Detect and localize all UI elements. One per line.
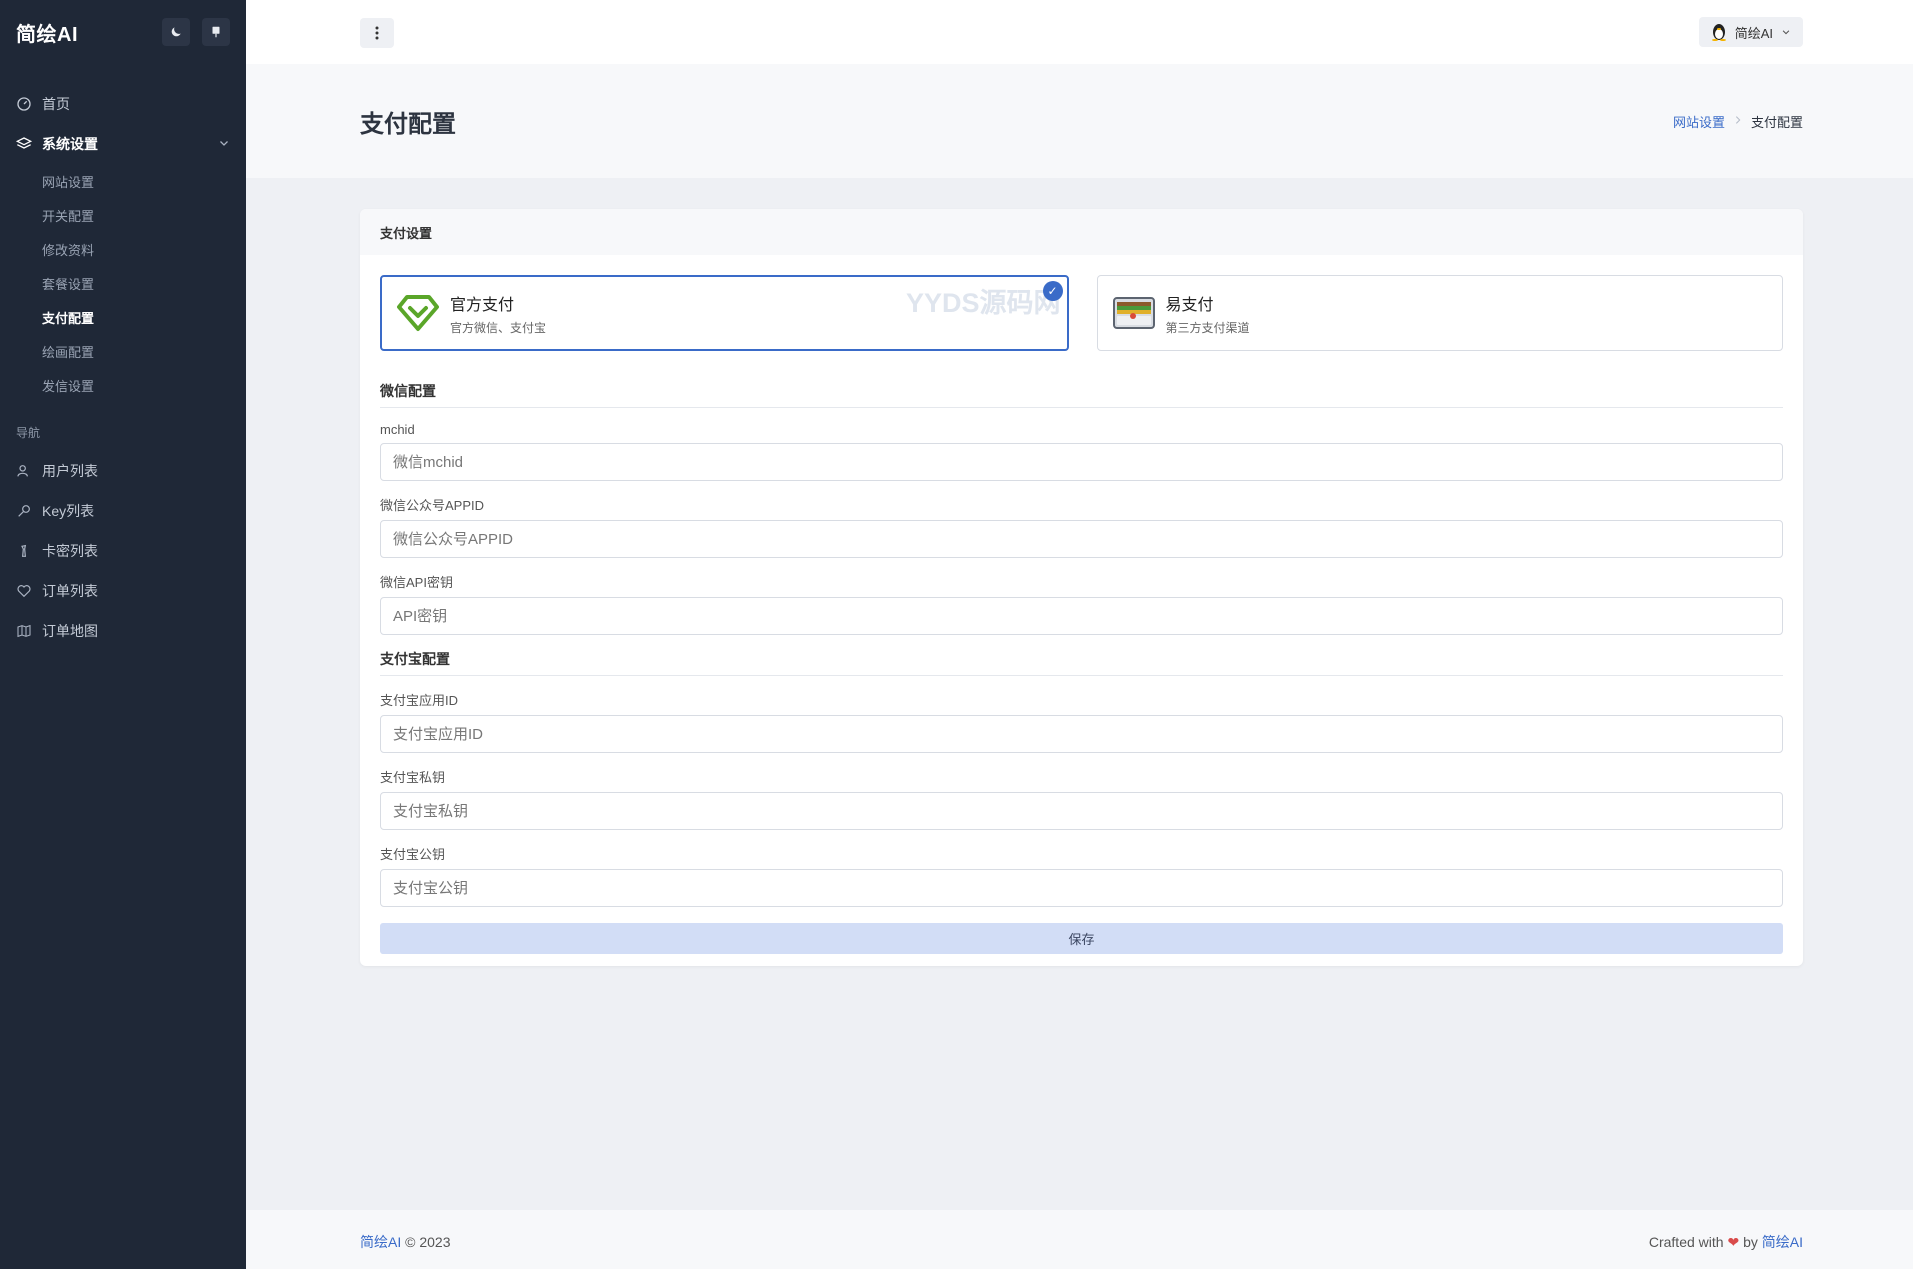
sidebar-subitem-site-settings[interactable]: 网站设置: [0, 164, 246, 198]
key-icon: [18, 505, 30, 517]
nav-section-heading: 导航: [16, 426, 41, 440]
payment-options: 官方支付 官方微信、支付宝 YYDS源码网 ✓ 易支付 第三方支付渠道: [380, 275, 1783, 351]
dashboard-icon: [17, 97, 31, 111]
app-logo[interactable]: 简绘AI: [16, 18, 150, 47]
footer-by-text: by: [1743, 1234, 1758, 1250]
alipay-public-key-input[interactable]: [380, 869, 1783, 907]
alipay-app-id-label: 支付宝应用ID: [380, 693, 459, 708]
page-title-bar: 支付配置 网站设置 支付配置: [246, 64, 1913, 178]
breadcrumb: 网站设置 支付配置: [1673, 112, 1803, 131]
diamond-check-icon: [397, 295, 439, 331]
more-options-button[interactable]: [360, 18, 394, 48]
payment-option-official[interactable]: 官方支付 官方微信、支付宝 YYDS源码网 ✓: [380, 275, 1069, 351]
users-icon: [17, 465, 28, 477]
moon-icon: [171, 27, 181, 37]
sidebar-item-label: 订单地图: [42, 623, 98, 639]
user-menu-button[interactable]: 简绘AI: [1698, 17, 1803, 47]
sidebar-header: 简绘AI: [0, 0, 246, 64]
wechat-api-key-input[interactable]: [380, 597, 1783, 635]
sidebar-subitem-switch-config[interactable]: 开关配置: [0, 198, 246, 232]
sidebar-item-order-list[interactable]: 订单列表: [0, 571, 246, 611]
sidebar-item-label: 卡密列表: [42, 543, 98, 559]
chess-icon: [21, 544, 27, 557]
sidebar-subitem-payment-config[interactable]: 支付配置: [0, 300, 246, 334]
wechat-appid-input[interactable]: [380, 520, 1783, 558]
mchid-label: mchid: [380, 422, 415, 437]
sidebar-item-label: 系统设置: [42, 136, 98, 152]
sidebar-subitem-plan-settings[interactable]: 套餐设置: [0, 266, 246, 300]
footer-brand-link[interactable]: 简绘AI: [360, 1234, 401, 1250]
footer-year: © 2023: [405, 1234, 451, 1250]
sidebar-item-key-list[interactable]: Key列表: [0, 491, 246, 531]
sidebar-item-label: 用户列表: [42, 463, 98, 479]
wallet-icon: [1112, 297, 1155, 329]
alipay-section-title: 支付宝配置: [380, 649, 1783, 676]
layers-icon: [16, 137, 32, 149]
pin-sidebar-button[interactable]: [202, 18, 230, 46]
payment-option-desc: 官方微信、支付宝: [450, 320, 547, 335]
chevron-right-icon: [1735, 116, 1741, 124]
footer-author-link[interactable]: 简绘AI: [1762, 1234, 1803, 1250]
mchid-input[interactable]: [380, 443, 1783, 481]
sidebar-item-order-map[interactable]: 订单地图: [0, 611, 246, 651]
user-name: 简绘AI: [1734, 25, 1773, 41]
breadcrumb-current: 支付配置: [1750, 115, 1803, 130]
map-icon: [17, 624, 31, 638]
footer-crafted-text: Crafted with: [1648, 1234, 1724, 1250]
alipay-private-key-label: 支付宝私钥: [380, 770, 446, 785]
footer: 简绘AI © 2023 Crafted with ❤ by 简绘AI: [246, 1210, 1913, 1269]
chevron-down-icon: [1782, 30, 1790, 35]
sidebar: 简绘AI 首页 系统设置 网站设置 开关配置 修改资料 套餐设置 支付配置 绘画…: [0, 0, 246, 1269]
watermark: YYDS源码网: [905, 288, 1061, 318]
heart-icon: ❤: [1727, 1234, 1740, 1250]
sidebar-item-home[interactable]: 首页: [0, 84, 246, 124]
sidebar-subitem-drawing-config[interactable]: 绘画配置: [0, 334, 246, 368]
selected-check-icon: ✓: [1042, 281, 1063, 301]
wechat-appid-label: 微信公众号APPID: [380, 498, 485, 513]
sidebar-item-label: 订单列表: [42, 583, 98, 599]
alipay-private-key-input[interactable]: [380, 792, 1783, 830]
penguin-avatar-icon: [1711, 24, 1726, 41]
card-body: 官方支付 官方微信、支付宝 YYDS源码网 ✓ 易支付 第三方支付渠道 微信配置…: [360, 255, 1803, 954]
breadcrumb-link-site-settings[interactable]: 网站设置: [1673, 112, 1725, 131]
payment-option-title: 官方支付: [450, 296, 515, 314]
footer-copyright: 简绘AI © 2023: [360, 1232, 450, 1252]
alipay-app-id-input[interactable]: [380, 715, 1783, 753]
chevron-down-icon: [220, 141, 228, 146]
theme-toggle-button[interactable]: [162, 18, 190, 46]
card-title: 支付设置: [360, 209, 1803, 255]
sidebar-item-label: 首页: [42, 96, 70, 112]
sidebar-nav: 首页 系统设置 网站设置 开关配置 修改资料 套餐设置 支付配置 绘画配置 发信…: [0, 64, 246, 651]
payment-settings-card: 支付设置 官方支付 官方微信、支付宝 YYDS源码网 ✓ 易支付 第三方支付渠道…: [360, 209, 1803, 966]
sidebar-item-system-settings[interactable]: 系统设置: [0, 124, 246, 164]
footer-credit: Crafted with ❤ by 简绘AI: [1649, 1232, 1803, 1252]
sidebar-item-card-list[interactable]: 卡密列表: [0, 531, 246, 571]
wechat-section-title: 微信配置: [380, 381, 1783, 408]
sidebar-subitem-edit-profile[interactable]: 修改资料: [0, 232, 246, 266]
payment-option-epay[interactable]: 易支付 第三方支付渠道: [1096, 275, 1783, 351]
payment-option-title: 易支付: [1165, 296, 1214, 314]
alipay-public-key-label: 支付宝公钥: [380, 847, 446, 862]
heart-icon: [17, 585, 31, 598]
payment-option-desc: 第三方支付渠道: [1165, 320, 1250, 335]
sidebar-item-user-list[interactable]: 用户列表: [0, 451, 246, 491]
pin-icon: [212, 26, 220, 38]
wechat-api-key-label: 微信API密钥: [380, 575, 453, 590]
more-vertical-icon: [375, 26, 379, 40]
sidebar-subitem-mail-settings[interactable]: 发信设置: [0, 368, 246, 402]
page-title: 支付配置: [360, 111, 456, 138]
sidebar-item-label: Key列表: [42, 503, 95, 519]
save-button[interactable]: 保存: [380, 923, 1783, 954]
top-header: 简绘AI: [246, 0, 1913, 64]
